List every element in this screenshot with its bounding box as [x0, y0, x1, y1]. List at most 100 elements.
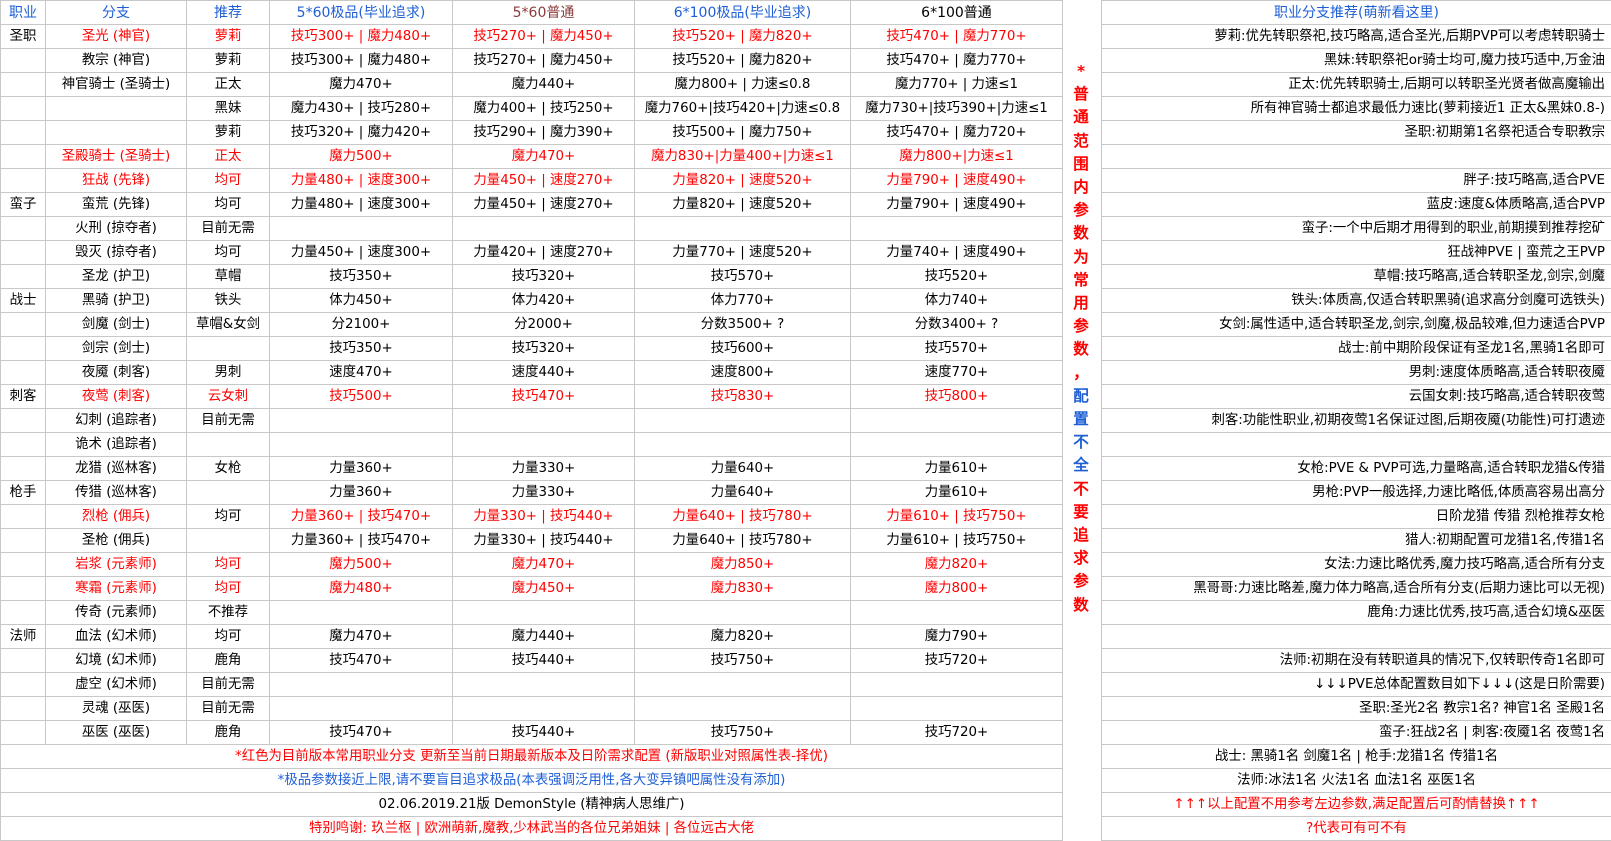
recommend-note: 正太:优先转职骑士,后期可以转职圣光贤者做高魔输出 [1102, 73, 1611, 97]
table-cell: 技巧320+ [453, 337, 635, 361]
table-cell: 教宗 (神官) [46, 49, 187, 73]
recommend-note: 黑妹:转职祭祀or骑士均可,魔力技巧适中,万金油 [1102, 49, 1611, 73]
table-cell: 力量820+ | 速度520+ [635, 193, 851, 217]
table-row: 毁灭 (掠夺者)均可力量450+ | 速度300+力量420+ | 速度270+… [1, 241, 1611, 265]
table-cell [1, 169, 46, 193]
vertical-note-char: 要 [1062, 501, 1100, 524]
header-cell: 6*100极品(毕业追求) [635, 1, 851, 25]
table-cell: 技巧470+ [453, 385, 635, 409]
table-cell: 魔力400+ | 技巧250+ [453, 97, 635, 121]
vertical-note: *普通范围内参数为常用参数， 配置不全 不要追求参数 [1062, 60, 1100, 617]
table-cell [1, 409, 46, 433]
recommend-note: ↓↓↓PVE总体配置数目如下↓↓↓(这是日阶需要) [1102, 673, 1611, 697]
table-row: 传奇 (元素师)不推荐鹿角:力速比优秀,技巧高,适合幻境&巫医 [1, 601, 1611, 625]
table-row: 火刑 (掠夺者)目前无需蛮子:一个中后期才用得到的职业,前期摸到推荐挖矿 [1, 217, 1611, 241]
table-cell: 诡术 (追踪者) [46, 433, 187, 457]
table-cell [851, 433, 1063, 457]
table-cell: 烈枪 (佣兵) [46, 505, 187, 529]
table-cell: 幻刺 (追踪者) [46, 409, 187, 433]
recommend-note: 日阶龙猎 传猎 烈枪推荐女枪 [1102, 505, 1611, 529]
table-cell [635, 217, 851, 241]
table-cell: 萝莉 [187, 49, 270, 73]
recommend-note: 刺客:功能性职业,初期夜莺1名保证过图,后期夜魇(功能性)可打遗迹 [1102, 409, 1611, 433]
vertical-note-char: 追 [1062, 524, 1100, 547]
table-cell: 力量420+ | 速度270+ [453, 241, 635, 265]
table-cell: 技巧470+ | 魔力770+ [851, 25, 1063, 49]
table-cell: 技巧440+ [453, 649, 635, 673]
table-cell: 力量450+ | 速度270+ [453, 169, 635, 193]
table-cell: 魔力470+ [270, 73, 453, 97]
table-cell: 力量360+ [270, 481, 453, 505]
recommend-note: 战士:前中期阶段保证有圣龙1名,黑骑1名即可 [1102, 337, 1611, 361]
table-row: 枪手传猎 (巡林客)力量360+力量330+力量640+力量610+男枪:PVP… [1, 481, 1611, 505]
table-cell: 技巧800+ [851, 385, 1063, 409]
footer-recommend: 法师:冰法1名 火法1名 血法1名 巫医1名 [1102, 769, 1611, 793]
table-cell: 技巧270+ | 魔力450+ [453, 25, 635, 49]
footer-recommend: ↑↑↑以上配置不用参考左边参数,满足配置后可酌情替换↑↑↑ [1102, 793, 1611, 817]
table-cell: 正太 [187, 73, 270, 97]
table-cell: 魔力470+ [453, 145, 635, 169]
table-cell [1, 49, 46, 73]
recommend-note: 男刺:速度体质略高,适合转职夜魇 [1102, 361, 1611, 385]
table-cell: 速度800+ [635, 361, 851, 385]
recommend-note: 法师:初期在没有转职道具的情况下,仅转职传奇1名即可 [1102, 649, 1611, 673]
table-row: 龙猎 (巡林客)女枪力量360+力量330+力量640+力量610+女枪:PVE… [1, 457, 1611, 481]
note-column [1063, 769, 1102, 793]
note-column [1063, 697, 1102, 721]
table-cell [270, 433, 453, 457]
vertical-note-char: 范 [1062, 130, 1100, 153]
table-cell: 体力740+ [851, 289, 1063, 313]
table-cell: 神官骑士 (圣骑士) [46, 73, 187, 97]
table-cell: 目前无需 [187, 217, 270, 241]
table-cell [635, 601, 851, 625]
table-cell: 技巧470+ [270, 721, 453, 745]
table-cell: 分2000+ [453, 313, 635, 337]
table-cell [635, 673, 851, 697]
table-cell: 力量480+ | 速度300+ [270, 193, 453, 217]
vertical-note-char: 常 [1062, 269, 1100, 292]
table-row: 神官骑士 (圣骑士)正太魔力470+魔力440+魔力800+ | 力速≤0.8魔… [1, 73, 1611, 97]
table-cell: 不推荐 [187, 601, 270, 625]
table-cell: 魔力800+ | 力速≤0.8 [635, 73, 851, 97]
table-cell: 法师 [1, 625, 46, 649]
table-cell [635, 409, 851, 433]
recommend-note: 圣职:初期第1名祭祀适合专职教宗 [1102, 121, 1611, 145]
table-cell: 鹿角 [187, 721, 270, 745]
table-cell: 魔力500+ [270, 145, 453, 169]
vertical-note-char: 用 [1062, 292, 1100, 315]
table-row: 剑宗 (剑士)技巧350+技巧320+技巧600+技巧570+战士:前中期阶段保… [1, 337, 1611, 361]
table-row: 岩浆 (元素师)均可魔力500+魔力470+魔力850+魔力820+女法:力速比… [1, 553, 1611, 577]
table-cell [453, 217, 635, 241]
table-cell: 草帽&女剑 [187, 313, 270, 337]
table-cell: 魔力470+ [270, 625, 453, 649]
table-row: 教宗 (神官)萝莉技巧300+ | 魔力480+技巧270+ | 魔力450+技… [1, 49, 1611, 73]
footer-row: 02.06.2019.21版 DemonStyle (精神病人思维广)↑↑↑以上… [1, 793, 1611, 817]
table-cell: 力量640+ [635, 481, 851, 505]
table-cell [1, 529, 46, 553]
table-cell: 力量330+ | 技巧440+ [453, 505, 635, 529]
table-cell: 技巧520+ [851, 265, 1063, 289]
table-cell: 技巧830+ [635, 385, 851, 409]
table-cell: 目前无需 [187, 409, 270, 433]
table-cell: 魔力440+ [453, 625, 635, 649]
table-cell: 魔力430+ | 技巧280+ [270, 97, 453, 121]
table-cell: 魔力760+|技巧420+|力速≤0.8 [635, 97, 851, 121]
table-cell [1, 217, 46, 241]
vertical-note-char: 参 [1062, 199, 1100, 222]
table-cell: 毁灭 (掠夺者) [46, 241, 187, 265]
table-cell: 力量770+ | 速度520+ [635, 241, 851, 265]
recommend-note: 胖子:技巧略高,适合PVE [1102, 169, 1611, 193]
table-cell: 技巧350+ [270, 337, 453, 361]
header-cell: 推荐 [187, 1, 270, 25]
table-cell: 力量330+ [453, 457, 635, 481]
table-cell: 技巧600+ [635, 337, 851, 361]
table-cell: 夜魇 (刺客) [46, 361, 187, 385]
table-cell: 圣殿骑士 (圣骑士) [46, 145, 187, 169]
table-cell: 圣光 (神官) [46, 25, 187, 49]
table-cell: 体力420+ [453, 289, 635, 313]
table-cell: 铁头 [187, 289, 270, 313]
table-row: 萝莉技巧320+ | 魔力420+技巧290+ | 魔力390+技巧500+ |… [1, 121, 1611, 145]
recommend-note [1102, 145, 1611, 169]
vertical-note-char: 求 [1062, 547, 1100, 570]
table-cell: 剑宗 (剑士) [46, 337, 187, 361]
